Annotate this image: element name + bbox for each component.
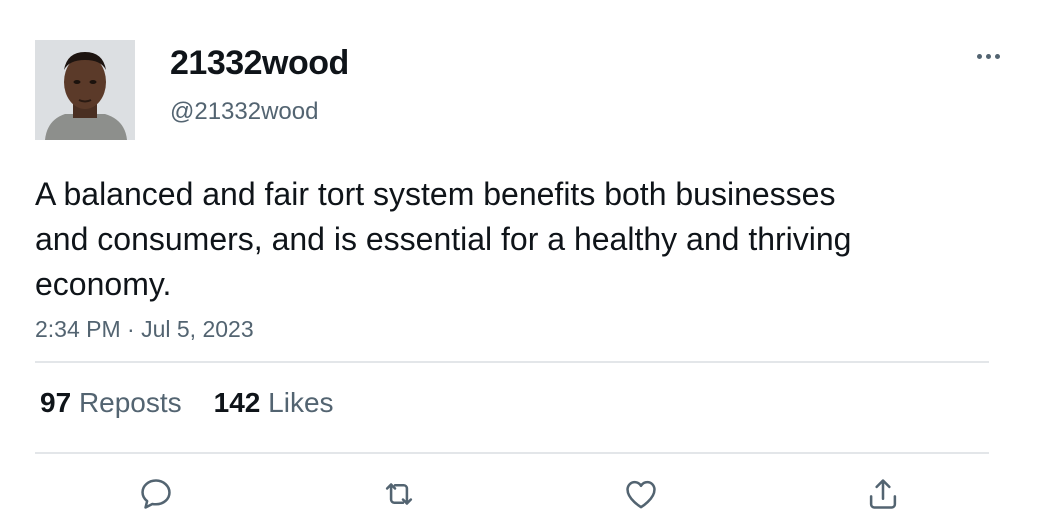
action-bar (0, 472, 1050, 520)
repost-icon (385, 483, 413, 505)
more-horizontal-icon-dot (985, 53, 991, 59)
divider (35, 361, 989, 363)
likes-count: 142 (213, 387, 261, 418)
tweet-text: A balanced and fair tort system benefits… (35, 176, 852, 302)
reply-icon (141, 479, 171, 509)
share-icon (869, 479, 897, 509)
reposts-count: 97 (40, 387, 72, 418)
more-horizontal-icon (976, 53, 982, 59)
reposts-label: Reposts (78, 387, 182, 418)
timestamp[interactable]: 2:34 PM · Jul 5, 2023 (35, 316, 254, 343)
divider (35, 452, 989, 454)
reposts-stat[interactable]: 97 Reposts (40, 387, 182, 419)
heart-icon (626, 480, 656, 509)
more-horizontal-icon-dot (994, 53, 1000, 59)
avatar[interactable] (35, 40, 135, 140)
more-options-button[interactable] (968, 44, 1008, 68)
engagement-stats: 97 Reposts 142 Likes (40, 387, 334, 419)
reply-button[interactable] (134, 472, 178, 516)
display-name[interactable]: 21332wood (170, 44, 349, 83)
user-handle[interactable]: @21332wood (170, 98, 318, 126)
like-button[interactable] (619, 472, 663, 516)
tweet-card: 21332wood @21332wood A balanced and fair… (0, 0, 1050, 525)
repost-button[interactable] (377, 472, 421, 516)
avatar-photo (35, 40, 135, 140)
share-button[interactable] (861, 472, 905, 516)
likes-label: Likes (268, 387, 334, 418)
likes-stat[interactable]: 142 Likes (214, 387, 334, 419)
